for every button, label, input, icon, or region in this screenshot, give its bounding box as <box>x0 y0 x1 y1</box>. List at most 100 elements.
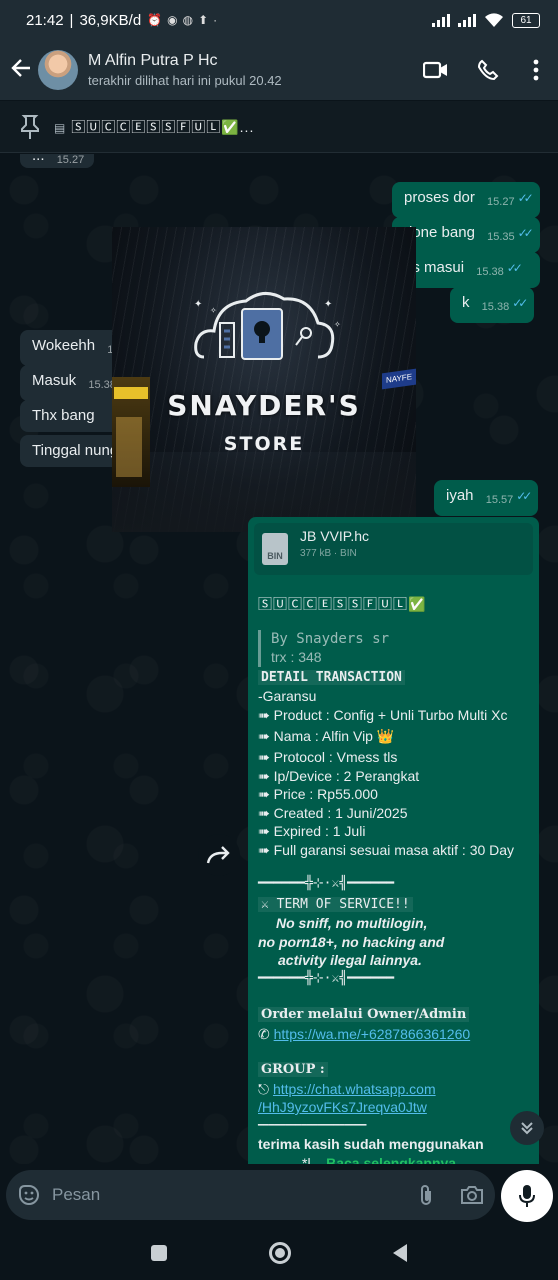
quote-trx: trx : 348 <box>258 648 529 667</box>
rule-line: ━━━━━━━━━━━━━━━━━━━━ <box>258 1120 367 1131</box>
composer <box>0 1164 558 1226</box>
pin-icon <box>21 114 39 139</box>
order-line: ✆ https://wa.me/+6287866361260 <box>258 1025 529 1044</box>
scroll-to-bottom-button[interactable] <box>510 1111 544 1145</box>
thanks-text: terima kasih sudah menggunakan <box>258 1136 484 1152</box>
detail-product: ➠ Product : Config + Unli Turbo Multi Xc <box>258 706 508 723</box>
whatsapp-icon: ◉ <box>167 13 178 27</box>
voice-call-button[interactable] <box>462 59 514 81</box>
group-line: ⎋ https://chat.whatsapp.com <box>258 1080 529 1099</box>
forward-arrow-icon <box>206 846 230 864</box>
group-label: GROUP : <box>258 1062 328 1077</box>
document-info: JB VVIP.hc 377 kB · BIN <box>300 528 369 559</box>
message-time: 15.27 <box>56 154 85 166</box>
video-camera-icon <box>423 61 447 79</box>
tos-line-3: activity ilegal lainnya. <box>278 952 422 968</box>
upload-icon: ⬆ <box>198 13 209 27</box>
message-bubble-in[interactable]: ... 15.27 <box>20 154 95 168</box>
status-bar: 21:42 | 36,9KB/d ⏰ ◉ ◍ ⬆ · 61 <box>0 0 558 40</box>
server-cloud-icon: ✦ ✦ ✧ ✧ <box>194 292 341 360</box>
system-navigation-bar <box>0 1226 558 1280</box>
message-bubble-out[interactable]: k 15.38 ✓✓ <box>450 287 535 323</box>
message-time: 15.38 <box>481 301 510 313</box>
group-link[interactable]: https://chat.whatsapp.com <box>273 1081 436 1097</box>
home-button[interactable] <box>269 1242 291 1264</box>
pinned-label: 🅂🅄🄲🄲🄴🅂🅂🄵🅄🄻✅... <box>71 118 255 135</box>
composer-pill <box>6 1170 495 1220</box>
recent-apps-button[interactable] <box>151 1245 167 1261</box>
divider-bottom: ━━━━━━╬⊹·⚔╣━━━━━━ <box>258 970 395 986</box>
messenger-icon: ◍ <box>182 13 194 27</box>
network-speed: 36,9KB/d <box>79 11 142 29</box>
system-back-button[interactable] <box>393 1244 407 1262</box>
detail-expired: ➠ Expired : 1 Juli <box>258 823 366 839</box>
sticker-emoji-icon <box>19 1185 39 1205</box>
message-text: ... <box>32 154 45 164</box>
status-time: 21:42 <box>26 11 64 29</box>
signal-1-icon <box>432 13 450 27</box>
link-icon: ⎋ <box>258 1080 273 1097</box>
tos-line-1: No sniff, no multilogin, <box>276 915 428 931</box>
pinned-message-bar[interactable]: ▤ 🅂🅄🄲🄲🄴🅂🅂🄵🅄🄻✅... <box>0 101 558 153</box>
message-time: 15.38 <box>476 266 504 278</box>
contact-info[interactable]: M Alfin Putra P Hc terakhir dilihat hari… <box>88 52 410 88</box>
back-arrow-icon <box>11 58 30 77</box>
read-ticks-icon: ✓✓ <box>512 296 528 310</box>
read-more-link[interactable]: Baca selengkapnya <box>326 1155 456 1165</box>
message-text: k <box>462 294 470 311</box>
message-bubble-out[interactable]: iyah 15.57 ✓✓ <box>434 480 539 516</box>
emoji-button[interactable] <box>6 1183 52 1207</box>
message-text: iyah <box>446 487 474 504</box>
signal-2-icon <box>458 13 476 27</box>
group-link-continued[interactable]: /HhJ9yzovFKs7Jreqva0Jtw <box>258 1099 427 1115</box>
message-bubble-in[interactable]: Masuk 15.38 <box>20 365 126 401</box>
quote-author: By Snayders sr <box>258 629 529 648</box>
svg-text:✦: ✦ <box>194 299 202 310</box>
forward-button[interactable] <box>198 834 240 876</box>
pinned-message-text: ▤ 🅂🅄🄲🄲🄴🅂🅂🄵🅄🄻✅... <box>54 117 254 137</box>
svg-text:✧: ✧ <box>334 320 341 329</box>
truncated-text: *l... <box>302 1154 323 1165</box>
svg-text:✦: ✦ <box>324 299 332 310</box>
document-type: BIN <box>340 547 357 559</box>
detail-garansu: -Garansu <box>258 688 317 704</box>
tos-title: ⚔ TERM OF SERVICE!! <box>258 896 413 912</box>
back-button[interactable] <box>6 55 36 86</box>
message-text: Wokeehh <box>32 337 96 354</box>
document-attachment[interactable]: BIN JB VVIP.hc 377 kB · BIN <box>254 523 533 575</box>
file-bin-icon: BIN <box>262 533 288 565</box>
detail-price: ➠ Price : Rp55.000 <box>258 786 378 802</box>
camera-button[interactable] <box>449 1185 495 1205</box>
more-vertical-icon <box>533 59 539 81</box>
detail-protocol: ➠ Protocol : Vmess tls <box>258 749 398 765</box>
order-link[interactable]: https://wa.me/+6287866361260 <box>274 1026 471 1042</box>
avatar[interactable] <box>38 50 78 90</box>
status-separator: | <box>69 11 74 29</box>
video-call-button[interactable] <box>410 60 462 80</box>
read-ticks-icon: ✓✓ <box>516 489 532 503</box>
svg-text:✧: ✧ <box>210 306 217 315</box>
battery-icon: 61 <box>512 12 540 28</box>
read-more-line: *l... Baca selengkapnya <box>258 1154 529 1165</box>
chat-area[interactable]: ... 15.27 proses dor 15.27 ✓✓ done bang 1… <box>0 154 558 1164</box>
more-options-button[interactable] <box>514 59 558 81</box>
message-bubble-out[interactable]: proses dor 15.27 ✓✓ <box>392 182 540 218</box>
whatsapp-phone-icon: ✆ <box>258 1025 274 1042</box>
microphone-icon <box>519 1185 535 1207</box>
detail-garanti: ➠ Full garansi sesuai masa aktif : 30 Da… <box>258 841 515 858</box>
alarm-icon: ⏰ <box>147 13 163 27</box>
detail-created: ➠ Created : 1 Juni/2025 <box>258 804 408 821</box>
read-ticks-icon: ✓✓ <box>517 226 534 240</box>
detail-heading: DETAIL TRANSACTION <box>258 669 405 685</box>
detail-nama: ➠ Nama : Alfin Vip 👑 <box>258 728 395 744</box>
transaction-message-bubble[interactable]: BIN JB VVIP.hc 377 kB · BIN 🅂🅄🄲🄲🄴🅂🅂🄵🅄🄻✅ … <box>248 517 539 1164</box>
document-meta: 377 kB · BIN <box>300 547 357 559</box>
document-name: JB VVIP.hc <box>300 527 370 544</box>
store-title: SNAYDER'S <box>167 389 361 422</box>
voice-message-button[interactable] <box>501 1170 553 1222</box>
divider-top: ━━━━━━╬⊹·⚔╣━━━━━━ <box>258 876 395 891</box>
store-logo-image[interactable]: NAYFE ✦ ✦ ✧ ✧ SNAYDER'S STORE <box>112 227 416 532</box>
message-input[interactable] <box>52 1185 403 1205</box>
attach-button[interactable] <box>403 1183 449 1207</box>
detail-device: ➠ Ip/Device : 2 Perangkat <box>258 767 420 784</box>
